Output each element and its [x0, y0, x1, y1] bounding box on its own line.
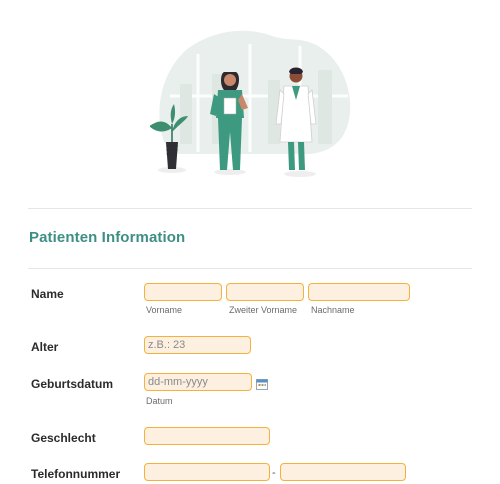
- last-name-hint: Nachname: [311, 305, 355, 315]
- name-label: Name: [31, 287, 64, 301]
- section-divider: [28, 268, 472, 269]
- birthdate-hint: Datum: [146, 396, 173, 406]
- section-title: Patienten Information: [29, 229, 186, 246]
- middle-name-hint: Zweiter Vorname: [229, 305, 298, 315]
- first-name-input[interactable]: [144, 283, 222, 301]
- birthdate-label: Geburtsdatum: [31, 377, 114, 391]
- birthdate-input[interactable]: dd-mm-yyyy: [144, 373, 252, 391]
- age-label: Alter: [31, 340, 59, 354]
- age-input[interactable]: z.B.: 23: [144, 336, 251, 354]
- phone-number-input[interactable]: [280, 463, 406, 481]
- top-divider: [28, 208, 472, 209]
- middle-name-input[interactable]: [226, 283, 304, 301]
- phone-separator: -: [272, 467, 276, 479]
- phone-label: Telefonnummer: [31, 467, 121, 481]
- first-name-hint: Vorname: [146, 305, 183, 315]
- gender-label: Geschlecht: [31, 431, 96, 445]
- calendar-icon[interactable]: [256, 377, 268, 390]
- doctors-illustration: [149, 24, 355, 180]
- last-name-input[interactable]: [308, 283, 410, 301]
- gender-select[interactable]: [144, 427, 270, 445]
- phone-area-input[interactable]: [144, 463, 270, 481]
